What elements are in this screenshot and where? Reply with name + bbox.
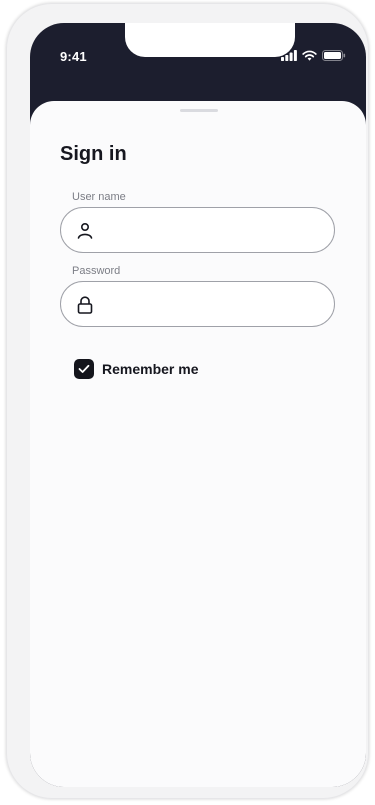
screen: 9:41 Sign in User name Password Remember… [30,23,366,787]
user-icon [77,222,93,239]
password-label: Password [72,265,121,277]
battery-icon [322,50,346,61]
sheet-grabber[interactable] [180,109,218,112]
sign-in-sheet: Sign in User name Password Remember me [30,101,366,787]
remember-me[interactable]: Remember me [74,359,199,379]
username-field[interactable] [60,207,335,254]
phone-frame: 9:41 Sign in User name Password Remember… [6,3,369,799]
status-time: 9:41 [60,49,87,64]
status-bar: 9:41 [30,23,366,93]
remember-me-label: Remember me [102,361,199,377]
status-icons [281,50,346,61]
password-input[interactable] [105,282,329,328]
username-label: User name [72,191,126,203]
notch [125,23,295,57]
page-title: Sign in [60,143,127,165]
username-input[interactable] [105,208,329,254]
password-field[interactable] [60,281,335,328]
checkmark-icon [78,364,90,373]
remember-me-checkbox[interactable] [74,359,94,379]
lock-icon [77,296,93,314]
wifi-icon [302,50,317,61]
cellular-signal-icon [281,50,297,61]
